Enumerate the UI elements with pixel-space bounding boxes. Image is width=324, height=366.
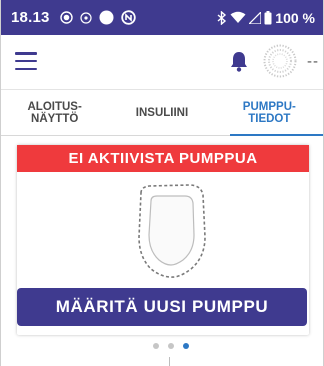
define-new-pump-button[interactable]: MÄÄRITÄ UUSI PUMPPU (17, 288, 307, 326)
circle-icon (99, 10, 114, 25)
nfc-icon (120, 10, 136, 25)
cast-icon (79, 11, 92, 24)
tab-pump-info[interactable]: PUMPPU- TIEDOT (216, 90, 324, 136)
status-time: 18.13 (11, 9, 50, 26)
pump-outline-icon (138, 184, 206, 278)
status-icons-right: 100 % (217, 10, 315, 26)
status-bar: 18.13 100 % (1, 0, 323, 35)
menu-icon[interactable] (15, 52, 37, 70)
status-icons-left (59, 10, 136, 25)
tab-home-screen[interactable]: ALOITUS- NÄYTTÖ (1, 90, 108, 135)
no-active-pump-banner: EI AKTIIVISTA PUMPPUA (17, 145, 309, 172)
battery-icon (264, 10, 272, 24)
bell-icon[interactable] (229, 50, 249, 72)
tab-bar: ALOITUS- NÄYTTÖ INSULIINI PUMPPU- TIEDOT (1, 89, 324, 136)
battery-percent: 100 % (275, 9, 315, 26)
scroll-indicator (169, 357, 170, 366)
wifi-icon (230, 11, 246, 23)
pump-card: EI AKTIIVISTA PUMPPUA MÄÄRITÄ UUSI PUMPP… (17, 145, 309, 335)
signal-icon (249, 11, 262, 24)
tab-insulin[interactable]: INSULIINI (108, 90, 215, 135)
app-bar: -- (1, 35, 323, 87)
glucose-value: -- (307, 53, 319, 70)
page-dot[interactable] (168, 343, 174, 349)
bluetooth-icon (217, 10, 227, 25)
record-icon (59, 11, 73, 24)
page-indicator (153, 343, 189, 349)
page-dot-active[interactable] (183, 343, 189, 349)
cgm-sensor-icon[interactable] (263, 44, 297, 78)
page-dot[interactable] (153, 343, 159, 349)
